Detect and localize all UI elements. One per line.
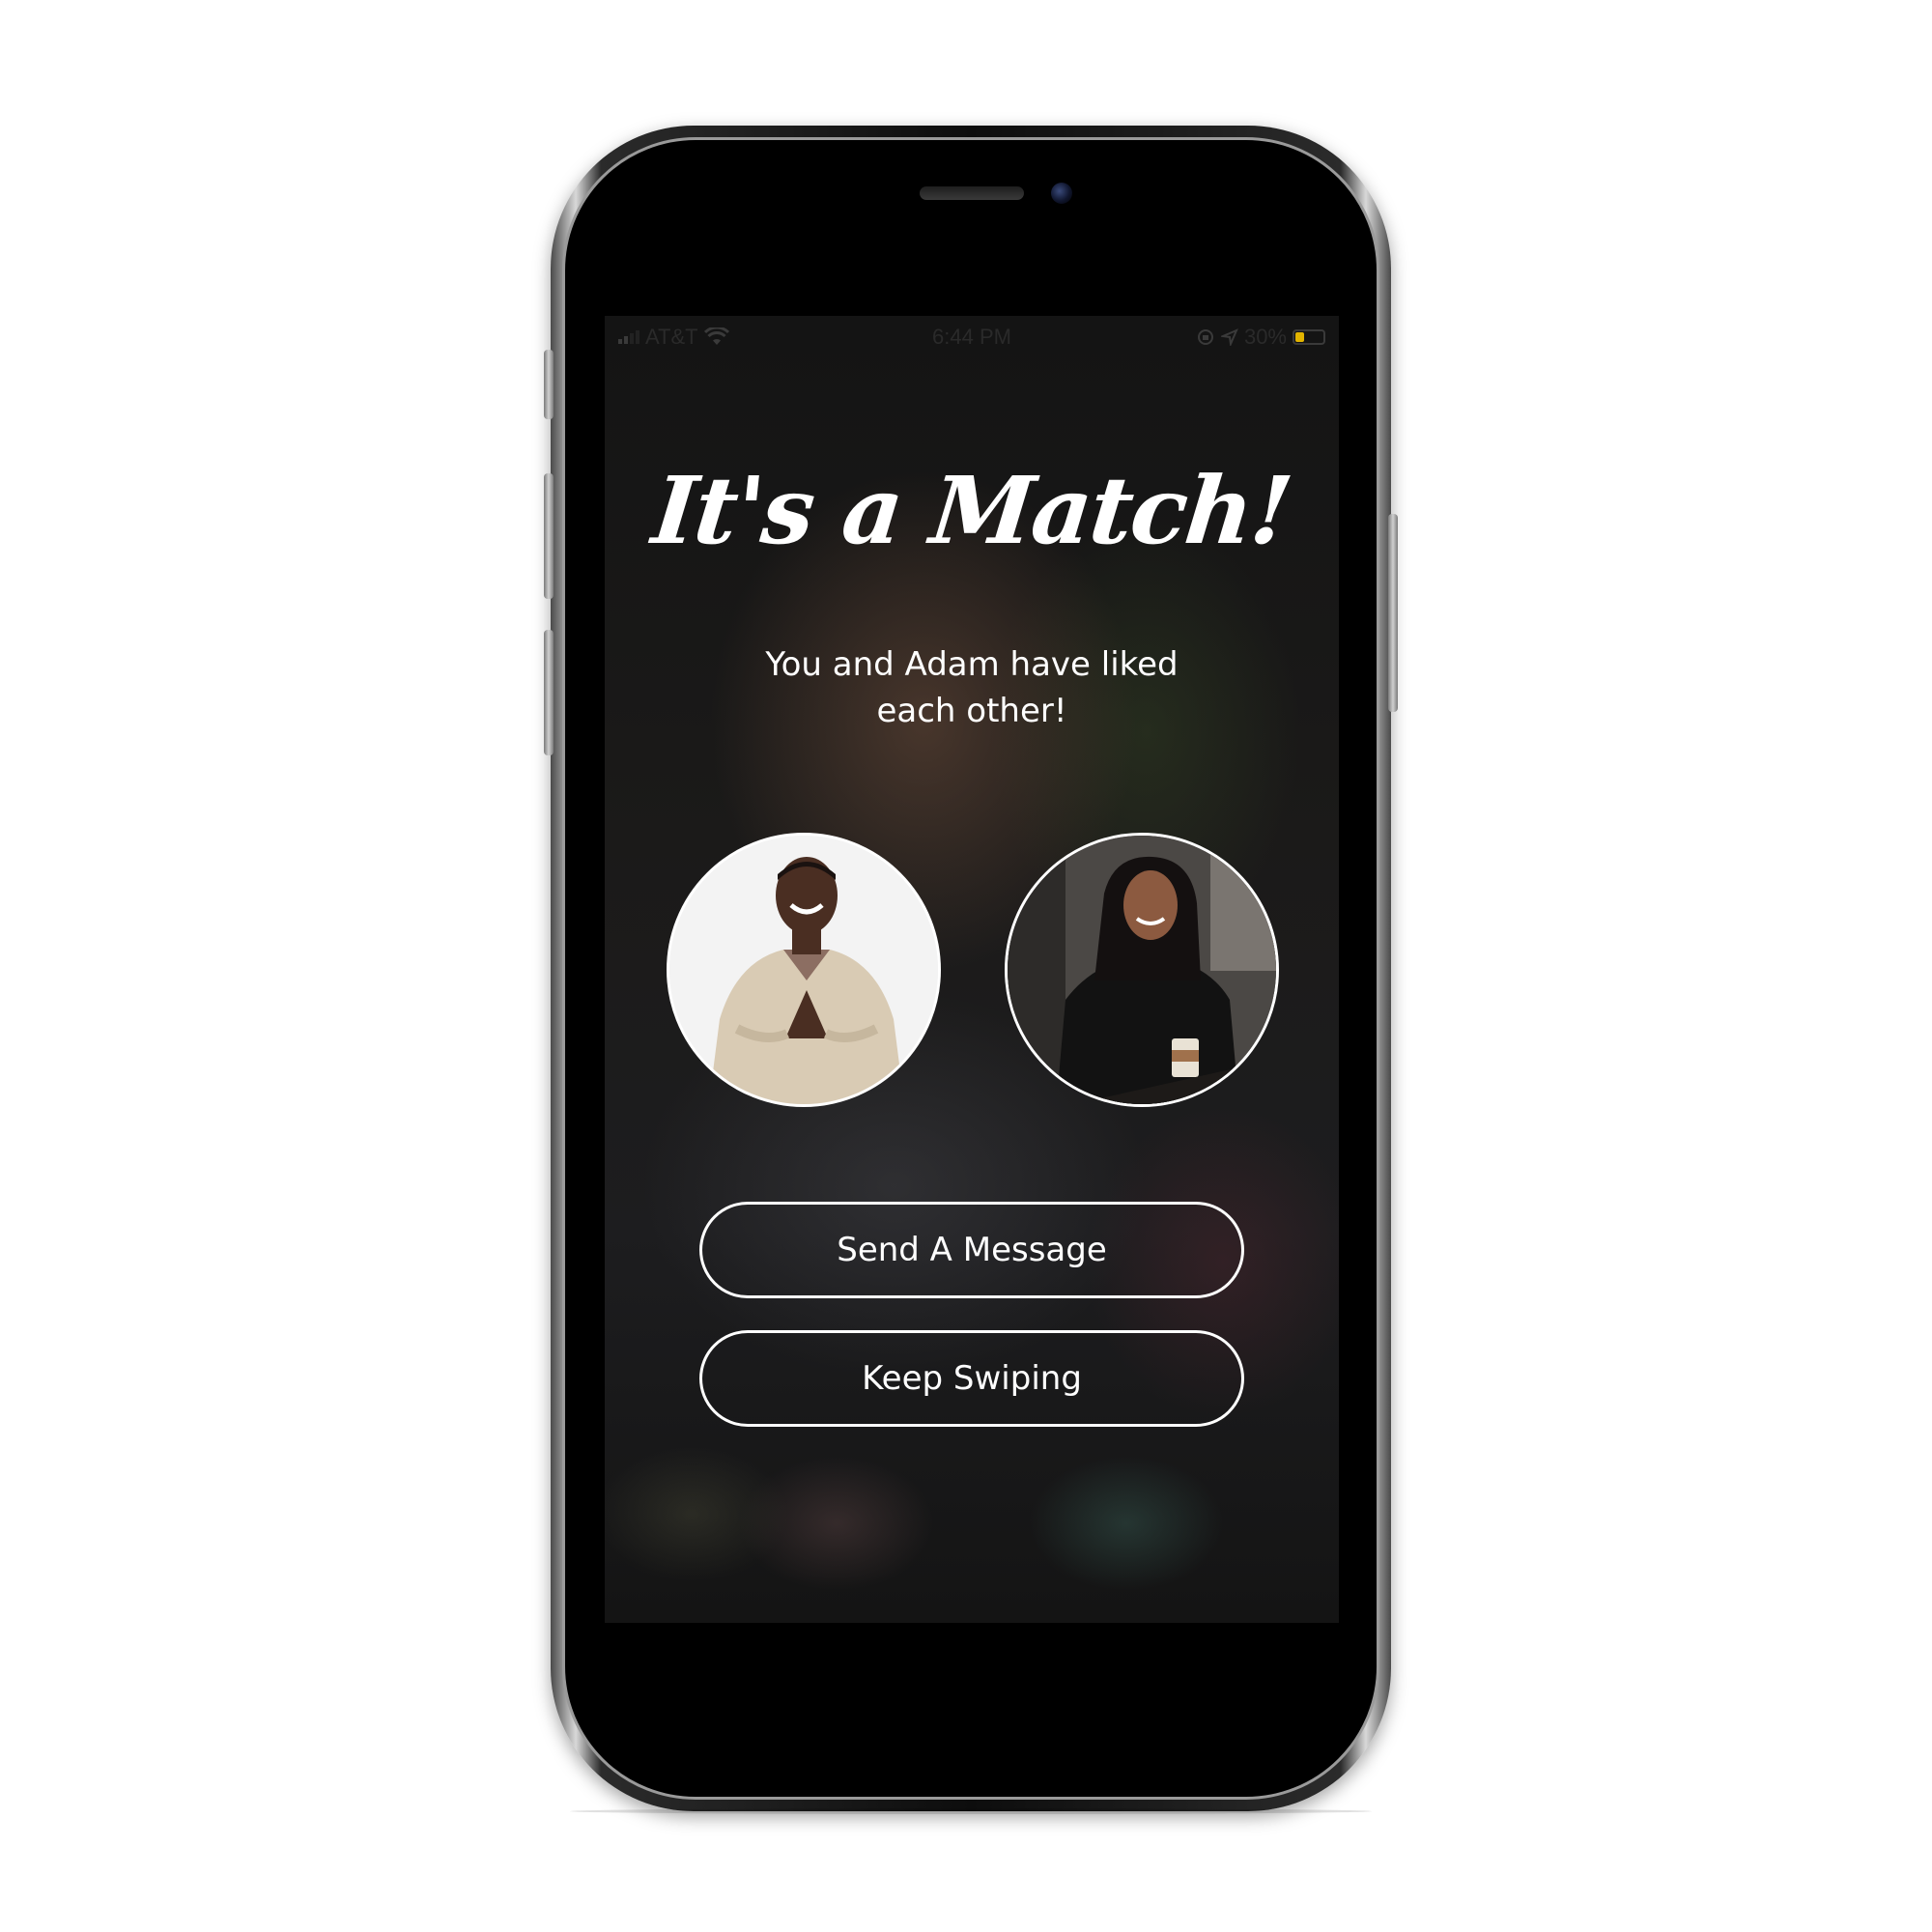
phone-shadow (570, 1808, 1372, 1814)
status-right: 30% (1196, 325, 1325, 350)
match-subtitle: You and Adam have liked each other! (765, 645, 1179, 730)
battery-icon (1293, 329, 1325, 345)
silent-switch (544, 350, 554, 419)
match-title: It's a Match! (647, 456, 1296, 565)
battery-percent: 30% (1243, 325, 1287, 349)
woman-with-coffee-photo (1008, 836, 1276, 1104)
battery-level (1295, 332, 1304, 342)
volume-down-button (544, 630, 554, 755)
front-camera (1051, 183, 1072, 204)
stage: AT&T 6:44 PM 30% It's a Match! You and A… (0, 0, 1932, 1932)
earpiece-speaker (920, 186, 1024, 200)
keep-swiping-button[interactable]: Keep Swiping (699, 1330, 1244, 1427)
status-bar: AT&T 6:44 PM 30% (605, 316, 1339, 355)
user-avatar (667, 833, 941, 1107)
match-avatar (1005, 833, 1279, 1107)
power-button (1388, 514, 1398, 712)
volume-up-button (544, 473, 554, 599)
send-message-button[interactable]: Send A Message (699, 1202, 1244, 1298)
location-icon (1220, 328, 1238, 346)
orientation-lock-icon (1197, 329, 1213, 345)
man-in-sweater-photo (669, 836, 938, 1104)
phone-screen: AT&T 6:44 PM 30% It's a Match! You and A… (605, 316, 1339, 1623)
